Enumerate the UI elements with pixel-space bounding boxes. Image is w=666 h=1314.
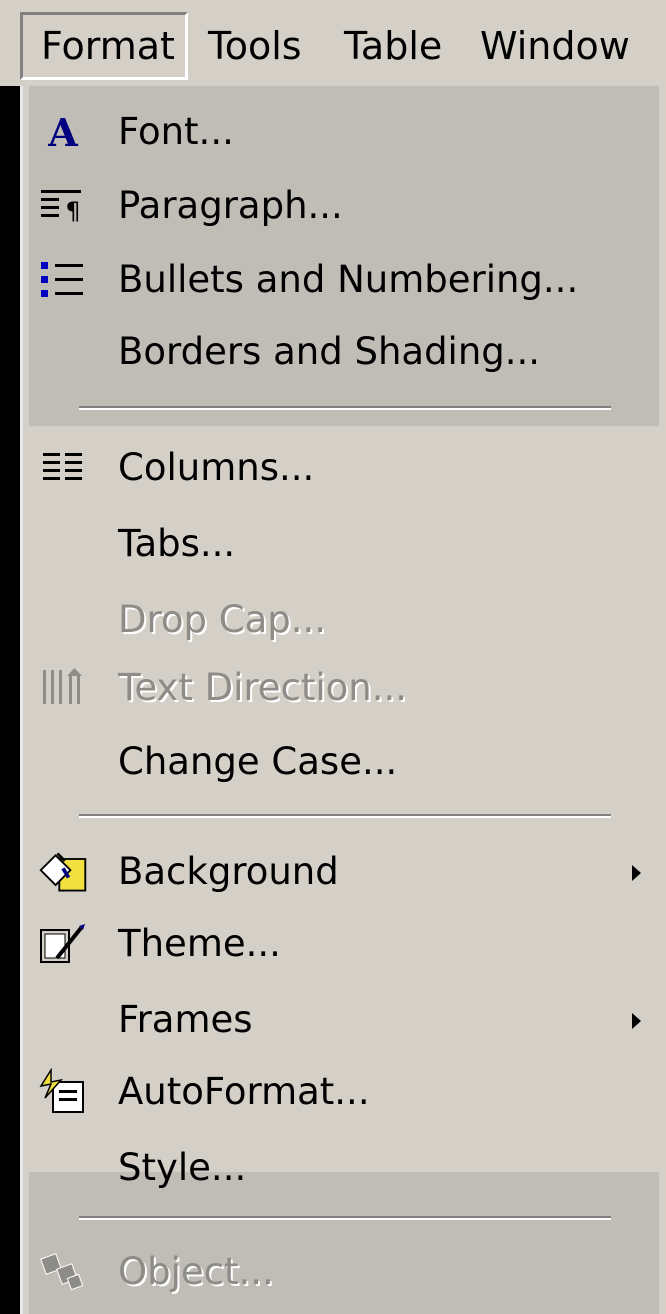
menu-separator: [79, 814, 611, 818]
menu-item-tabs[interactable]: Tabs...: [23, 508, 663, 580]
menu-bar: Format Tools Table Window: [0, 0, 666, 86]
menu-window[interactable]: Window: [470, 12, 640, 80]
menu-item-theme[interactable]: Theme...: [23, 908, 663, 980]
menu-item-label: Bullets and Numbering...: [118, 258, 579, 301]
menu-item-frames[interactable]: Frames: [23, 984, 663, 1056]
menu-item-label: Change Case...: [118, 740, 398, 783]
menu-tools[interactable]: Tools: [198, 12, 312, 80]
bullets-icon: [37, 256, 89, 304]
menu-item-paragraph[interactable]: ¶ Paragraph...: [23, 170, 663, 242]
menu-item-label: Background: [118, 850, 339, 893]
menu-table[interactable]: Table: [334, 12, 452, 80]
paragraph-icon: ¶: [37, 182, 89, 230]
text-direction-icon: [37, 664, 89, 712]
object-icon: [37, 1248, 89, 1296]
menu-item-label: Borders and Shading...: [118, 330, 541, 373]
svg-text:¶: ¶: [65, 197, 80, 225]
menu-separator: [79, 1216, 611, 1220]
menu-item-object: Object...: [23, 1236, 663, 1308]
font-A-icon: A: [37, 108, 89, 156]
menu-item-font[interactable]: A Font...: [23, 96, 663, 168]
format-dropdown-menu: A Font... ¶ Paragraph... Bullets and Num…: [20, 86, 666, 1314]
menu-item-borders-shading[interactable]: Borders and Shading...: [23, 316, 663, 388]
menu-item-label: Columns...: [118, 446, 315, 489]
menu-item-label: Font...: [118, 110, 234, 153]
autoformat-icon: [37, 1068, 89, 1116]
svg-text:A: A: [47, 112, 78, 152]
menu-format[interactable]: Format: [20, 12, 188, 80]
submenu-arrow-icon: [632, 1013, 641, 1029]
background-fill-icon: [37, 848, 89, 896]
theme-icon: [37, 920, 89, 968]
menu-item-label: Theme...: [118, 922, 281, 965]
menu-item-text-direction: Text Direction...: [23, 652, 663, 724]
menu-item-label: Drop Cap...: [118, 598, 327, 641]
menu-item-background[interactable]: Background: [23, 836, 663, 908]
menu-item-label: Style...: [118, 1146, 247, 1189]
menu-item-label: Frames: [118, 998, 253, 1041]
menu-item-style[interactable]: Style...: [23, 1132, 663, 1204]
menu-separator: [79, 406, 611, 410]
menu-item-bullets-numbering[interactable]: Bullets and Numbering...: [23, 244, 663, 316]
menu-item-label: Paragraph...: [118, 184, 343, 227]
menu-item-autoformat[interactable]: AutoFormat...: [23, 1056, 663, 1128]
menu-item-columns[interactable]: Columns...: [23, 432, 663, 504]
columns-icon: [37, 444, 89, 492]
menu-item-drop-cap: Drop Cap...: [23, 584, 663, 656]
submenu-arrow-icon: [632, 865, 641, 881]
menu-item-change-case[interactable]: Change Case...: [23, 726, 663, 798]
menu-item-label: Object...: [118, 1250, 274, 1293]
menu-item-label: AutoFormat...: [118, 1070, 370, 1113]
menu-item-label: Tabs...: [118, 522, 236, 565]
menu-item-label: Text Direction...: [118, 666, 408, 709]
